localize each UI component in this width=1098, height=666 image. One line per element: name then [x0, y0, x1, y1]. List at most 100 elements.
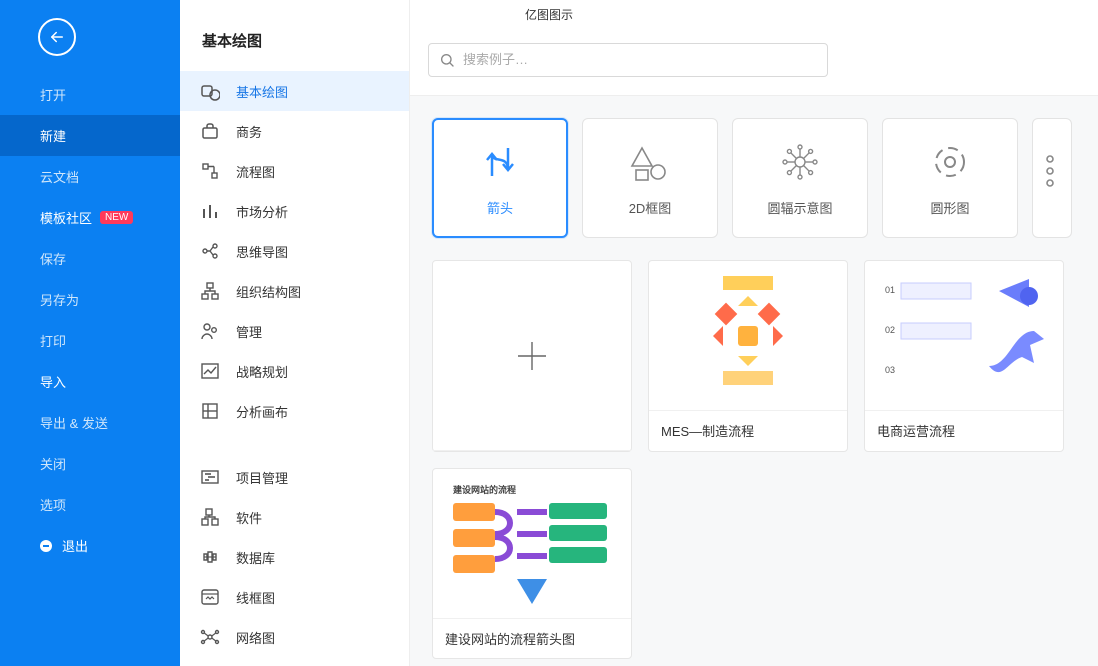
category-item[interactable]: 基本绘图: [180, 71, 409, 111]
sidebar-item-label: 打印: [40, 331, 66, 350]
sidebar-item-label: 退出: [62, 536, 88, 555]
template-type-card[interactable]: 2D框图: [582, 118, 718, 238]
template-type-card[interactable]: 圆形图: [882, 118, 1018, 238]
category-list[interactable]: 基本绘图 商务 流程图 市场分析 思维导图 组织结构图 管理 战略规划 分析画布…: [180, 71, 409, 666]
template-thumbnail: [649, 261, 847, 411]
template-card[interactable]: 01 02 03 电商运营流程: [864, 260, 1064, 452]
category-label: 软件: [236, 508, 262, 527]
sidebar-item-close[interactable]: 关闭: [0, 443, 180, 484]
file-sidebar: 打开 新建 云文档 模板社区 NEW 保存 另存为 打印 导入 导出 & 发送 关…: [0, 0, 180, 666]
search-input[interactable]: [463, 52, 817, 67]
template-caption: 电商运营流程: [865, 411, 1063, 450]
flow-icon: [200, 161, 220, 181]
category-title: 基本绘图: [180, 0, 409, 71]
sidebar-item-exit[interactable]: 退出: [0, 525, 180, 566]
category-item[interactable]: 项目管理: [180, 457, 409, 497]
category-label: 商务: [236, 122, 262, 141]
sidebar-item-template-community[interactable]: 模板社区 NEW: [0, 197, 180, 238]
category-label: 项目管理: [236, 468, 288, 487]
sidebar-item-label: 选项: [40, 495, 66, 514]
category-label: 思维导图: [236, 242, 288, 261]
software-icon: [200, 507, 220, 527]
sidebar-item-label: 新建: [40, 126, 66, 145]
gantt-icon: [200, 467, 220, 487]
sidebar-item-label: 保存: [40, 249, 66, 268]
category-item[interactable]: 软件: [180, 497, 409, 537]
arrows-icon: [478, 140, 522, 184]
square-circle-icon: [200, 81, 220, 101]
category-column: 基本绘图 基本绘图 商务 流程图 市场分析 思维导图 组织结构图 管理 战略规划…: [180, 0, 410, 666]
template-type-card[interactable]: 箭头: [432, 118, 568, 238]
sidebar-item-open[interactable]: 打开: [0, 74, 180, 115]
new-blank-card[interactable]: [432, 260, 632, 452]
exit-icon: [40, 540, 52, 552]
main-area: 箭头 2D框图 圆辐示意图 圆形图 MES—制造流程 01 02 03 电商运营流程建设…: [410, 0, 1098, 666]
bars-icon: [200, 201, 220, 221]
arrow-left-icon: [48, 28, 66, 46]
mindmap-icon: [200, 241, 220, 261]
category-item[interactable]: 商务: [180, 111, 409, 151]
template-thumbnail: 建设网站的流程: [433, 469, 631, 619]
sidebar-item-import[interactable]: 导入: [0, 361, 180, 402]
sidebar-item-label: 打开: [40, 85, 66, 104]
category-item[interactable]: 组织结构图: [180, 271, 409, 311]
category-item[interactable]: 分析画布: [180, 391, 409, 431]
category-label: 战略规划: [236, 362, 288, 381]
canvas-icon: [200, 401, 220, 421]
template-type-card[interactable]: 圆辐示意图: [732, 118, 868, 238]
category-label: 数据库: [236, 548, 275, 567]
template-card[interactable]: 建设网站的流程建设网站的流程箭头图: [432, 468, 632, 659]
category-label: 市场分析: [236, 202, 288, 221]
sidebar-item-new[interactable]: 新建: [0, 115, 180, 156]
template-type-label: 箭头: [487, 198, 513, 217]
category-item[interactable]: 管理: [180, 311, 409, 351]
template-thumbnail: 01 02 03: [865, 261, 1063, 411]
template-thumbnail: [433, 261, 631, 451]
category-label: 流程图: [236, 162, 275, 181]
template-caption: MES—制造流程: [649, 411, 847, 450]
category-item[interactable]: 网络图: [180, 617, 409, 657]
sidebar-item-label: 云文档: [40, 167, 79, 186]
sidebar-item-print[interactable]: 打印: [0, 320, 180, 361]
category-item[interactable]: 思维导图: [180, 231, 409, 271]
svg-text:01: 01: [885, 285, 895, 295]
template-type-label: 圆辐示意图: [767, 198, 832, 217]
svg-text:03: 03: [885, 365, 895, 375]
template-type-row: 箭头 2D框图 圆辐示意图 圆形图: [410, 96, 1098, 260]
ring-icon: [928, 140, 972, 184]
sidebar-item-label: 导入: [40, 372, 66, 391]
main-header: [410, 0, 1098, 96]
briefcase-icon: [200, 121, 220, 141]
category-item[interactable]: 电路工程: [180, 657, 409, 666]
category-item[interactable]: 市场分析: [180, 191, 409, 231]
new-badge: NEW: [100, 211, 133, 224]
sidebar-item-label: 导出 & 发送: [40, 413, 108, 432]
category-separator: [180, 431, 409, 457]
cols-icon: [1030, 149, 1074, 193]
sidebar-item-label: 模板社区: [40, 208, 92, 227]
sidebar-item-export[interactable]: 导出 & 发送: [0, 402, 180, 443]
category-item[interactable]: 数据库: [180, 537, 409, 577]
search-box[interactable]: [428, 43, 828, 77]
template-gallery: MES—制造流程 01 02 03 电商运营流程建设网站的流程建设网站的流程箭头图: [410, 260, 1098, 666]
category-item[interactable]: 流程图: [180, 151, 409, 191]
back-button[interactable]: [38, 18, 76, 56]
sidebar-item-save[interactable]: 保存: [0, 238, 180, 279]
db-icon: [200, 547, 220, 567]
category-item[interactable]: 线框图: [180, 577, 409, 617]
sidebar-item-saveas[interactable]: 另存为: [0, 279, 180, 320]
template-card[interactable]: MES—制造流程: [648, 260, 848, 452]
category-label: 线框图: [236, 588, 275, 607]
svg-text:02: 02: [885, 325, 895, 335]
sidebar-item-label: 另存为: [40, 290, 79, 309]
category-label: 组织结构图: [236, 282, 301, 301]
category-label: 网络图: [236, 628, 275, 647]
sidebar-item-options[interactable]: 选项: [0, 484, 180, 525]
search-icon: [439, 52, 455, 68]
template-type-card[interactable]: [1032, 118, 1072, 238]
org-icon: [200, 281, 220, 301]
category-item[interactable]: 战略规划: [180, 351, 409, 391]
network-icon: [200, 627, 220, 647]
sidebar-item-cloud[interactable]: 云文档: [0, 156, 180, 197]
svg-text:建设网站的流程: 建设网站的流程: [453, 484, 516, 495]
